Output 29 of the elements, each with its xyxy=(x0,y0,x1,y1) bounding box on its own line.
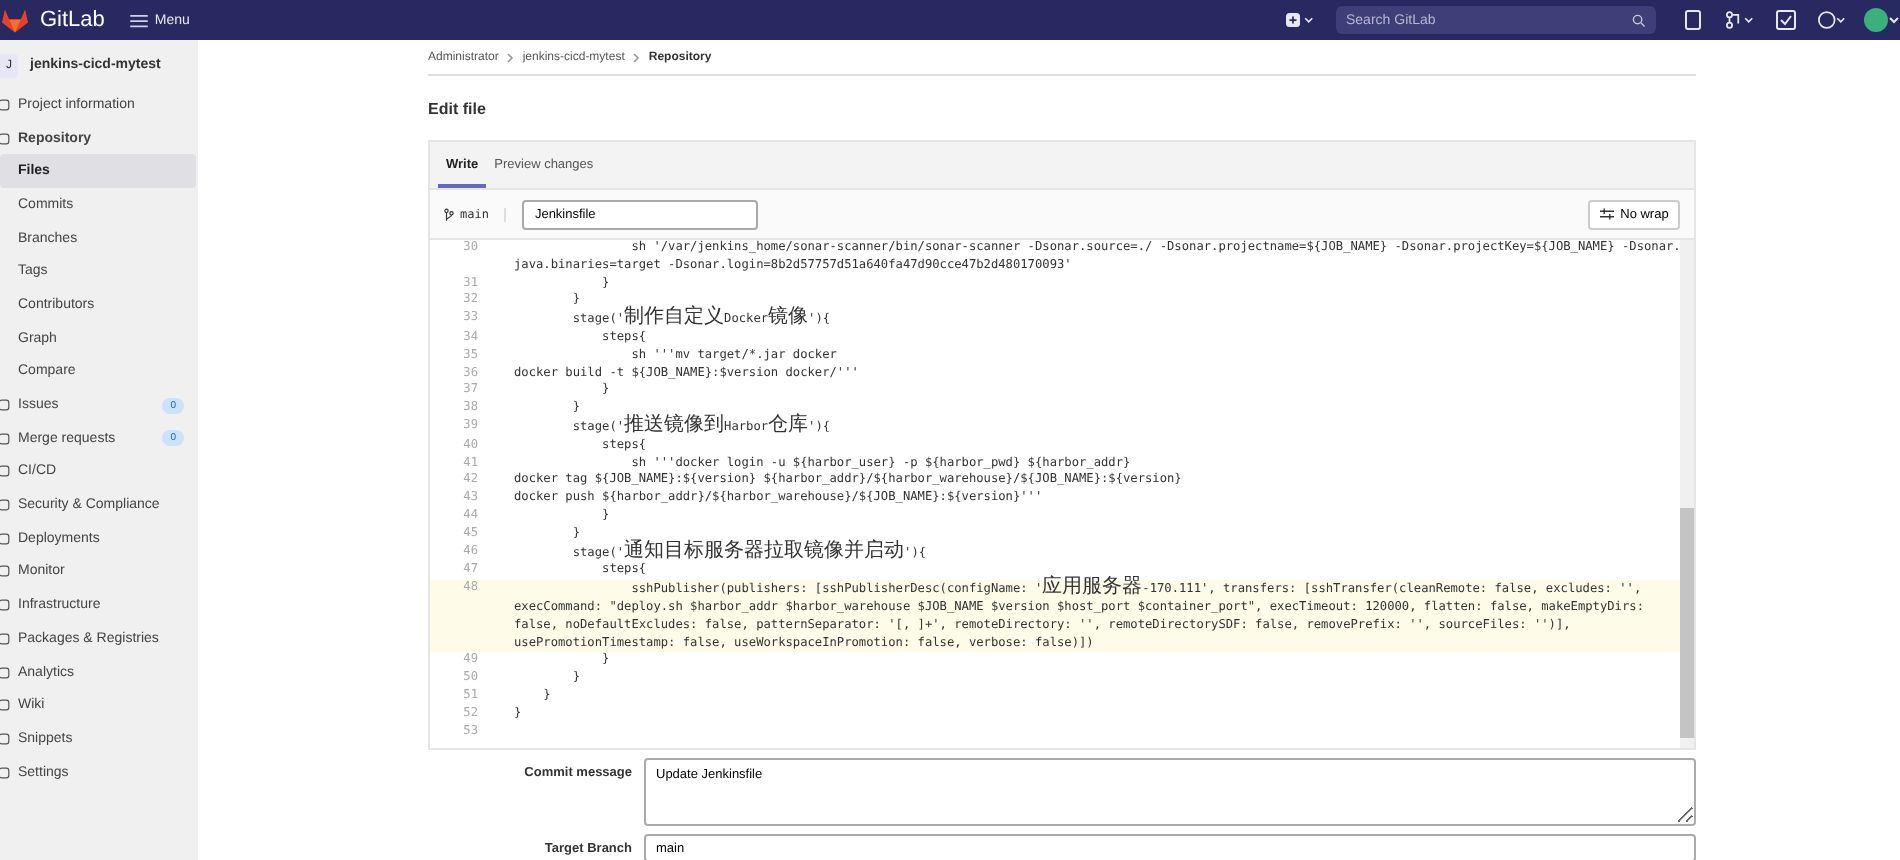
square-outline-icon xyxy=(0,398,10,413)
square-outline-icon xyxy=(0,665,10,680)
checkbox-icon[interactable] xyxy=(1772,10,1800,30)
search-icon[interactable] xyxy=(1632,13,1646,27)
scrollbar[interactable] xyxy=(1680,240,1695,748)
square-outline-icon xyxy=(0,498,10,513)
square-outline-icon xyxy=(0,431,10,446)
wrap-lines-icon xyxy=(1600,208,1615,220)
plus-square-icon[interactable] xyxy=(1286,10,1314,30)
square-outline-icon xyxy=(0,97,10,112)
menu-icon[interactable] xyxy=(130,13,149,27)
square-outline-icon xyxy=(0,731,10,746)
square-outline-icon xyxy=(0,765,10,780)
square-outline-icon xyxy=(0,598,10,613)
page-title: Edit file xyxy=(428,97,488,121)
merge-request-icon[interactable] xyxy=(1726,10,1754,30)
help-icon[interactable] xyxy=(1818,10,1846,30)
square-outline-icon xyxy=(0,131,10,146)
chevron-icon xyxy=(632,51,641,63)
square-outline-icon xyxy=(0,631,10,646)
branch-icon xyxy=(444,207,454,221)
avatar-icon[interactable] xyxy=(1864,8,1900,32)
square-outline-icon xyxy=(0,464,10,479)
square-outline-icon xyxy=(0,698,10,713)
square-outline-icon xyxy=(0,564,10,579)
brand-name[interactable]: GitLab xyxy=(40,8,105,32)
fox-logo-icon[interactable] xyxy=(0,7,30,33)
square-outline-icon xyxy=(0,531,10,546)
chevron-icon xyxy=(506,51,515,63)
